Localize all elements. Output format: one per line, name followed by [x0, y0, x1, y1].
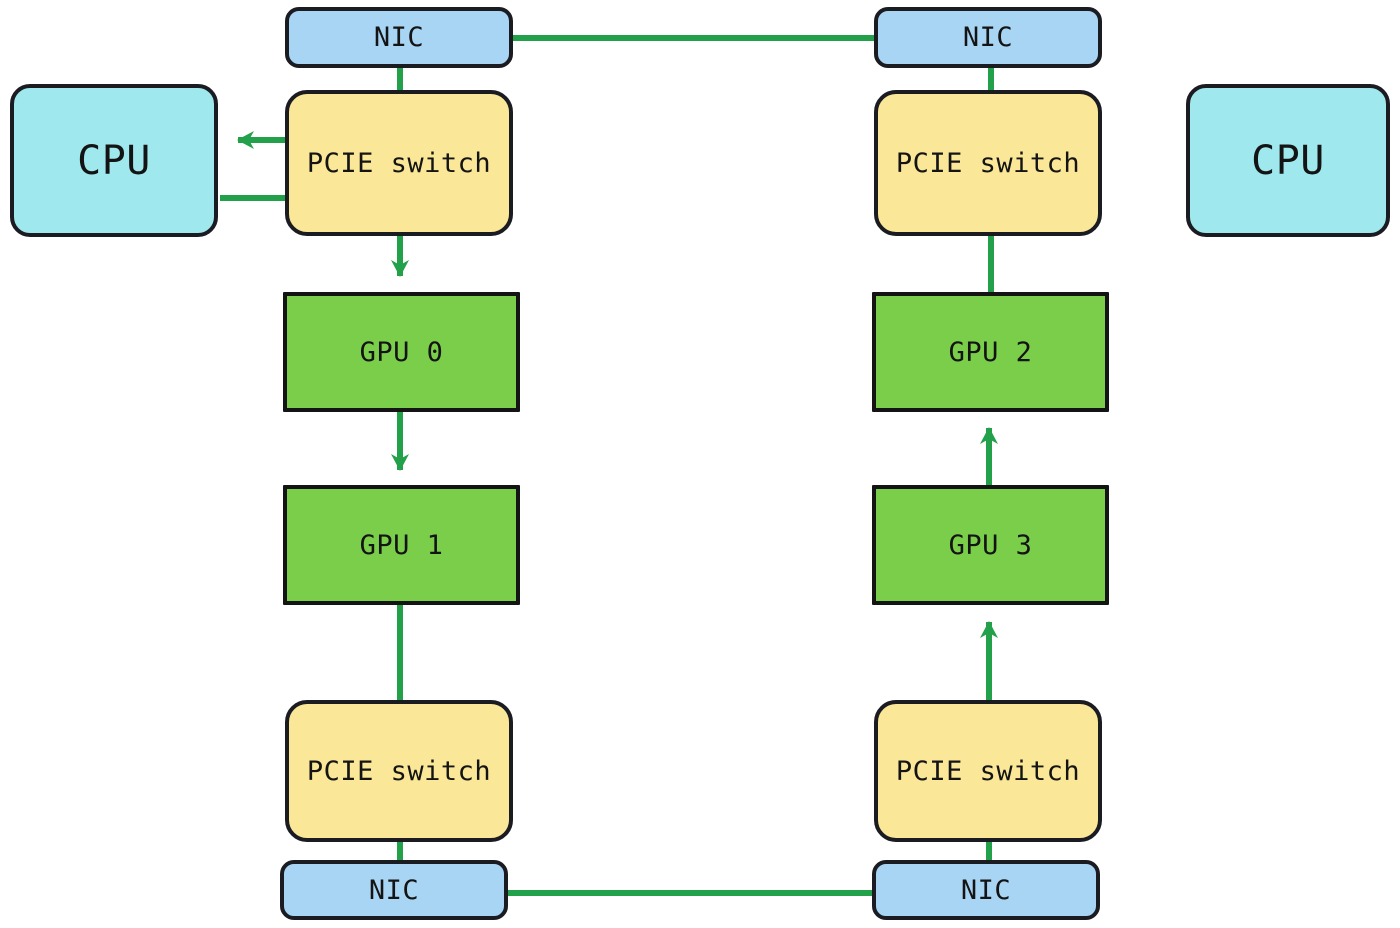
node-label-pcie-bottom-left: PCIE switch [306, 755, 492, 787]
node-gpu3[interactable]: GPU 3 [872, 485, 1109, 605]
node-gpu0[interactable]: GPU 0 [283, 292, 520, 412]
node-label-nic-bottom-right: NIC [960, 874, 1012, 906]
node-label-nic-bottom-left: NIC [368, 874, 420, 906]
node-gpu1[interactable]: GPU 1 [283, 485, 520, 605]
node-nic-bottom-left[interactable]: NIC [280, 860, 508, 920]
node-nic-top-right[interactable]: NIC [874, 7, 1102, 68]
node-label-pcie-top-left: PCIE switch [306, 147, 492, 179]
node-pcie-top-left[interactable]: PCIE switch [285, 90, 513, 236]
node-gpu2[interactable]: GPU 2 [872, 292, 1109, 412]
node-label-cpu-left: CPU [77, 137, 151, 184]
node-label-gpu1: GPU 1 [359, 529, 444, 561]
node-pcie-top-right[interactable]: PCIE switch [874, 90, 1102, 236]
node-label-gpu2: GPU 2 [948, 336, 1033, 368]
node-label-nic-top-left: NIC [373, 22, 425, 53]
node-label-cpu-right: CPU [1251, 137, 1325, 184]
node-pcie-bottom-right[interactable]: PCIE switch [874, 700, 1102, 842]
node-label-gpu0: GPU 0 [359, 336, 444, 368]
node-nic-bottom-right[interactable]: NIC [872, 860, 1100, 920]
node-cpu-right[interactable]: CPU [1186, 84, 1390, 237]
node-label-gpu3: GPU 3 [948, 529, 1033, 561]
diagram-canvas: NIC CPU PCIE switch GPU 0 GPU 1 PCIE switch NI… [0, 0, 1400, 928]
node-label-nic-top-right: NIC [962, 22, 1014, 53]
node-label-pcie-top-right: PCIE switch [895, 147, 1081, 179]
node-pcie-bottom-left[interactable]: PCIE switch [285, 700, 513, 842]
node-nic-top-left[interactable]: NIC [285, 7, 513, 68]
node-cpu-left[interactable]: CPU [10, 84, 218, 237]
node-label-pcie-bottom-right: PCIE switch [895, 755, 1081, 787]
